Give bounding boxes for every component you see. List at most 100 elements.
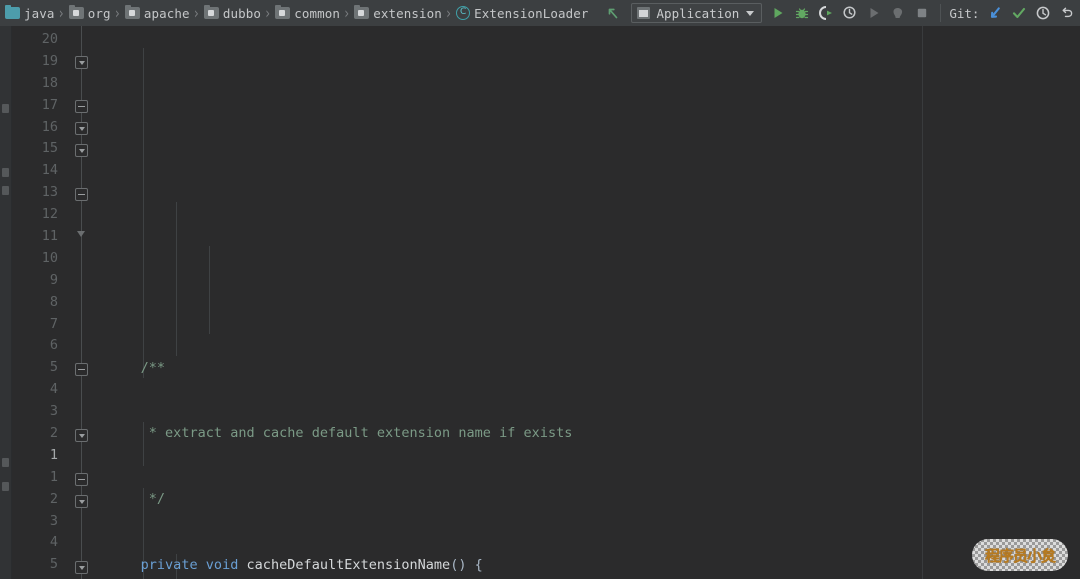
breadcrumb-label: dubbo: [222, 5, 262, 21]
breadcrumb-item-dubbo[interactable]: dubbo: [201, 0, 263, 26]
profile-button[interactable]: [838, 2, 862, 24]
breadcrumb-item-extension[interactable]: extension: [351, 0, 444, 26]
code-editor[interactable]: 20 19 18 17 16 15 14 13 12 11 10 9 8 7 6…: [0, 26, 1080, 579]
line-number: 5: [49, 556, 58, 573]
fold-marker-method3[interactable]: [75, 495, 88, 508]
line-number: 4: [49, 381, 58, 398]
breadcrumb-separator-icon: ›: [343, 3, 351, 23]
stop-square-icon[interactable]: [910, 2, 934, 24]
watermark-badge: 程序员小炱: [972, 539, 1068, 571]
run-configuration-selector[interactable]: Application: [630, 3, 763, 23]
code-line: private void cacheDefaultExtensionName()…: [108, 556, 483, 573]
debug-button[interactable]: [790, 2, 814, 24]
git-commit-button[interactable]: [1007, 2, 1031, 24]
code-line: * extract and cache default extension na…: [108, 425, 573, 442]
stripe-marker: [2, 186, 9, 195]
line-number: 18: [41, 74, 58, 91]
line-number: 4: [49, 534, 58, 551]
breadcrumb-item-java[interactable]: java: [2, 0, 57, 26]
line-number: 2: [49, 490, 58, 507]
run-button[interactable]: [766, 2, 790, 24]
fold-marker-method2-end[interactable]: [75, 473, 88, 486]
code-line: /**: [108, 359, 166, 376]
breadcrumb-separator-icon: ›: [192, 3, 200, 23]
breadcrumb-item-extensionloader[interactable]: C ExtensionLoader: [453, 0, 590, 26]
package-icon: [124, 5, 140, 19]
application-config-icon: [636, 7, 650, 19]
line-number: 5: [49, 359, 58, 376]
line-number: 19: [41, 52, 58, 69]
vertical-scrollbar[interactable]: [1069, 26, 1080, 579]
git-history-button[interactable]: [1031, 2, 1055, 24]
breadcrumb-separator-icon: ›: [444, 3, 453, 23]
package-icon: [354, 5, 370, 19]
folder-icon: [5, 5, 20, 19]
line-number: 3: [49, 403, 58, 420]
breadcrumb-separator-icon: ›: [113, 3, 121, 23]
breadcrumb-separator-icon: ›: [57, 3, 65, 23]
line-number: 9: [49, 271, 58, 288]
fold-marker-block-end[interactable]: [75, 363, 88, 376]
class-icon: C: [456, 6, 471, 20]
stripe-marker: [2, 168, 9, 177]
indent-guide: [176, 202, 177, 356]
code-content[interactable]: /** * extract and cache default extensio…: [104, 26, 1080, 579]
breadcrumb-label: extension: [373, 5, 442, 21]
fold-marker-block[interactable]: [75, 188, 88, 201]
line-number: 7: [49, 315, 58, 332]
line-number: 14: [41, 162, 58, 179]
fold-marker-method2[interactable]: [75, 429, 88, 442]
fold-marker-try[interactable]: [75, 561, 88, 574]
run-disabled-button[interactable]: [862, 2, 886, 24]
line-number: 12: [41, 206, 58, 223]
breadcrumb-separator-icon: ›: [264, 3, 272, 23]
breadcrumb-label: java: [24, 5, 55, 21]
back-arrow-icon[interactable]: [601, 2, 625, 24]
breadcrumb-label: ExtensionLoader: [474, 5, 589, 21]
run-configuration-label: Application: [656, 5, 740, 21]
stripe-marker: [2, 458, 9, 467]
line-number: 15: [41, 140, 58, 157]
editor-gutter[interactable]: 20 19 18 17 16 15 14 13 12 11 10 9 8 7 6…: [12, 26, 104, 579]
code-line: */: [108, 490, 166, 507]
breadcrumb-label: org: [87, 5, 111, 21]
line-number: 3: [49, 512, 58, 529]
fold-marker-javadoc-end[interactable]: [75, 100, 88, 113]
line-number: 16: [41, 118, 58, 135]
git-rollback-button[interactable]: [1055, 2, 1079, 24]
git-label: Git:: [949, 5, 980, 21]
main-toolbar: java › org › apache › dubbo › common › e…: [0, 0, 1080, 26]
stripe-marker: [2, 482, 9, 491]
breadcrumb-item-apache[interactable]: apache: [122, 0, 192, 26]
breadcrumb-label: common: [294, 5, 341, 21]
chevron-down-icon: [746, 10, 755, 16]
watermark-text: 程序员小炱: [984, 546, 1056, 565]
package-icon: [203, 5, 219, 19]
stripe-marker: [2, 104, 9, 113]
package-icon: [68, 5, 84, 19]
line-number: 6: [49, 337, 58, 354]
line-number: 8: [49, 293, 58, 310]
line-number-current: 1: [49, 446, 58, 463]
fold-marker-javadoc[interactable]: [75, 56, 88, 69]
run-with-coverage-button[interactable]: [814, 2, 838, 24]
line-number: 10: [41, 249, 58, 266]
attach-icon[interactable]: [886, 2, 910, 24]
breadcrumb-item-org[interactable]: org: [66, 0, 113, 26]
line-number: 2: [49, 425, 58, 442]
git-update-button[interactable]: [983, 2, 1007, 24]
package-icon: [275, 5, 291, 19]
fold-marker-method[interactable]: [75, 122, 88, 135]
indent-guide: [209, 246, 210, 334]
toolbar-divider: [940, 4, 942, 22]
breadcrumb-label: apache: [143, 5, 190, 21]
line-number: 11: [41, 228, 58, 245]
line-number: 17: [41, 96, 58, 113]
fold-marker-if[interactable]: [75, 144, 88, 157]
line-number: 20: [41, 31, 58, 47]
fold-tip-icon: [77, 231, 85, 237]
breadcrumb-item-common[interactable]: common: [272, 0, 342, 26]
indent-guide: [143, 48, 144, 378]
left-toolwindow-stripe[interactable]: [0, 26, 12, 579]
